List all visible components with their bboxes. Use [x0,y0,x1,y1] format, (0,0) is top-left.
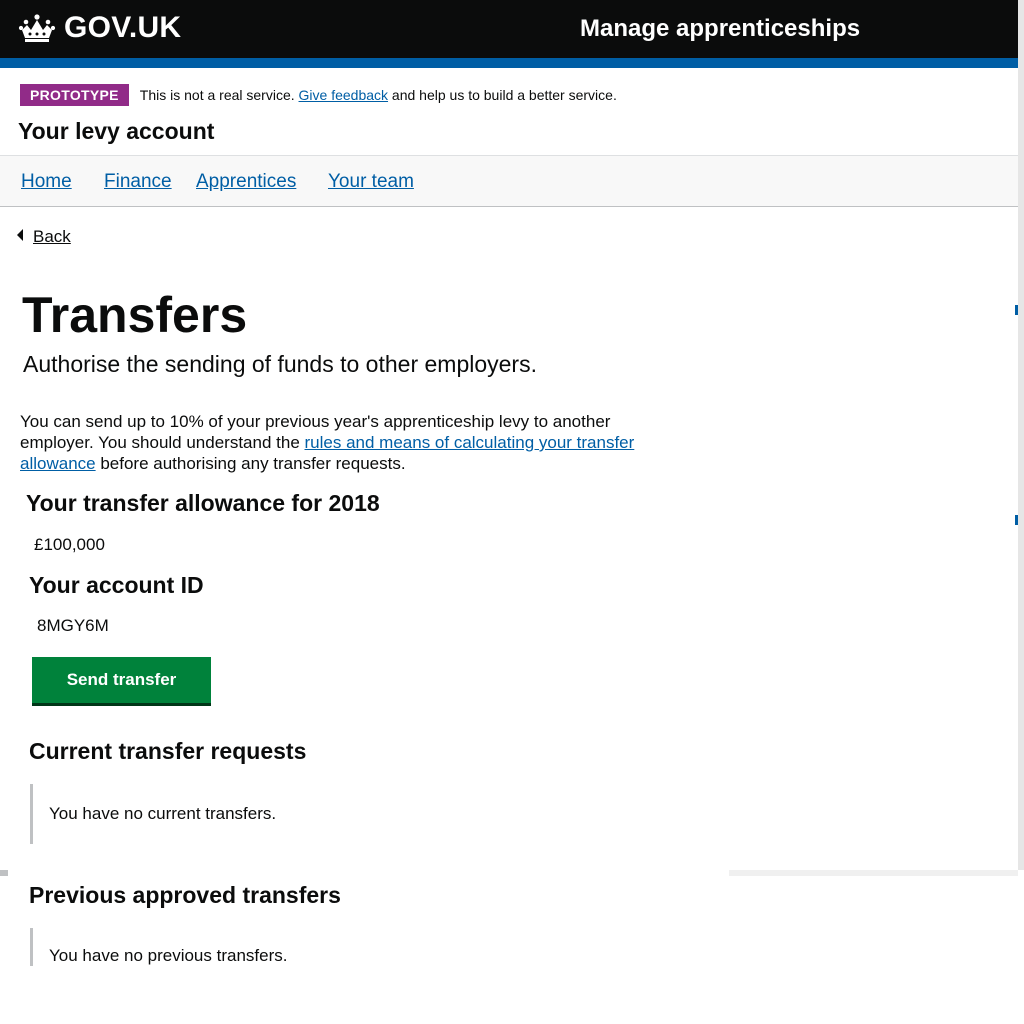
main-nav: Home Finance Apprentices Your team [0,155,1018,207]
send-transfer-button[interactable]: Send transfer [32,657,211,703]
previous-transfers-inset: You have no previous transfers. [30,928,287,966]
govuk-logo-link[interactable]: GOV.UK [18,10,181,46]
clipped-sidebar-accent-lower [1015,515,1018,525]
govuk-header: GOV.UK Manage apprenticeships [0,0,1018,58]
give-feedback-link[interactable]: Give feedback [299,87,389,103]
account-id-heading: Your account ID [29,572,204,598]
back-link-label: Back [33,227,71,246]
back-link[interactable]: Back [17,227,71,247]
phase-text-after: and help us to build a better service. [391,87,617,103]
crown-icon [18,14,56,42]
account-title: Your levy account [18,118,215,144]
phase-tag: PROTOTYPE [20,84,129,106]
account-id-value: 8MGY6M [37,616,109,635]
page-scrollbar[interactable] [1018,0,1024,870]
phase-text-before: This is not a real service. [139,87,295,103]
phase-banner: PROTOTYPE This is not a real service. Gi… [20,84,617,106]
current-transfers-heading: Current transfer requests [29,738,307,764]
previous-transfers-empty-text: You have no previous transfers. [49,946,288,965]
current-transfers-inset: You have no current transfers. [30,784,276,844]
phase-text: This is not a real service. Give feedbac… [140,87,617,103]
section-divider-left [0,870,8,876]
allowance-heading: Your transfer allowance for 2018 [26,490,380,516]
page-lede: Authorise the sending of funds to other … [23,351,537,377]
clipped-sidebar-accent [1015,305,1018,315]
previous-transfers-heading: Previous approved transfers [29,882,341,908]
section-divider [729,870,1018,876]
header-stripe [0,58,1018,68]
intro-text-after: before authorising any transfer requests… [100,454,406,473]
allowance-value: £100,000 [34,535,105,554]
logo-text: GOV.UK [64,11,182,44]
nav-item-home[interactable]: Home [21,171,72,193]
nav-item-your-team[interactable]: Your team [328,171,414,193]
nav-item-finance[interactable]: Finance [104,171,172,193]
page-title: Transfers [22,287,248,343]
back-arrow-icon [17,229,23,241]
current-transfers-empty-text: You have no current transfers. [49,804,277,823]
nav-item-apprentices[interactable]: Apprentices [196,171,296,193]
intro-paragraph: You can send up to 10% of your previous … [20,411,670,474]
service-name-link[interactable]: Manage apprenticeships [580,15,860,43]
